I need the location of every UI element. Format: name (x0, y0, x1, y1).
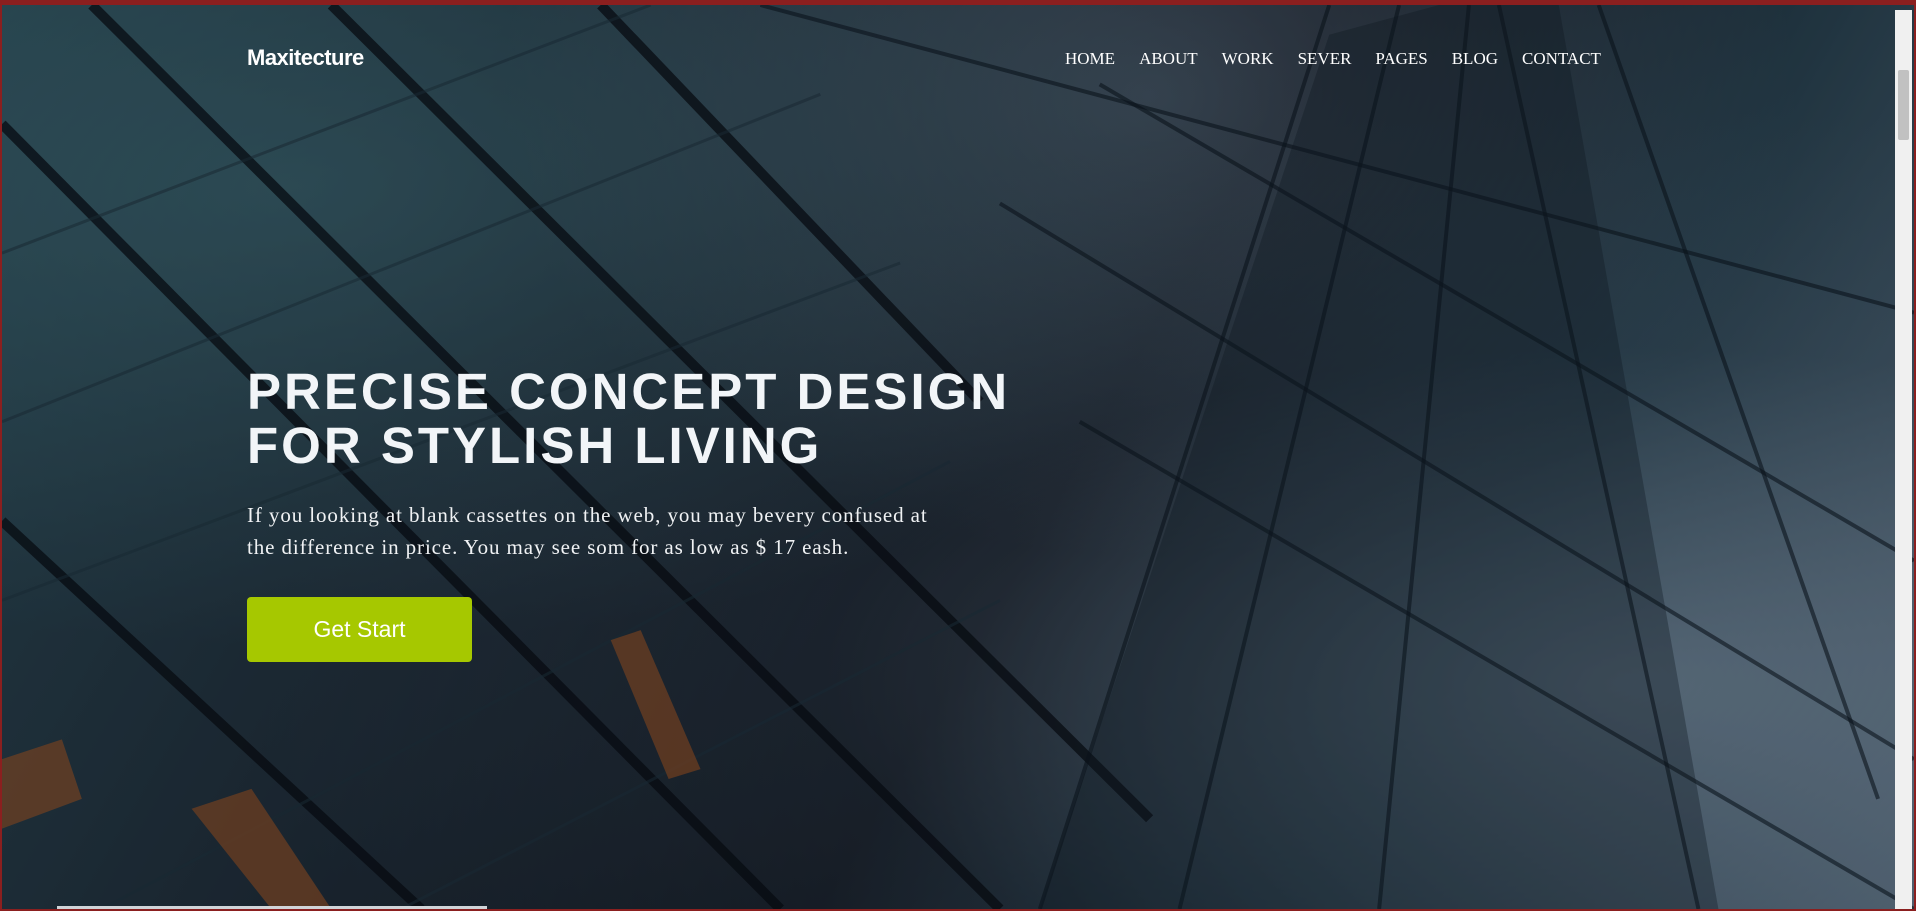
site-logo[interactable]: Maxitecture (247, 45, 364, 71)
nav-item-home[interactable]: HOME (1065, 49, 1115, 69)
get-start-button[interactable]: Get Start (247, 597, 472, 662)
horizontal-scroll-indicator (57, 906, 487, 909)
nav-item-sever[interactable]: SEVER (1298, 49, 1352, 69)
browser-viewport: Maxitecture HOME ABOUT WORK SEVER PAGES … (0, 0, 1916, 911)
hero-headline-line1: PRECISE CONCEPT DESIGN (247, 363, 1011, 420)
hero-content: PRECISE CONCEPT DESIGN FOR STYLISH LIVIN… (247, 365, 1147, 662)
hero-headline: PRECISE CONCEPT DESIGN FOR STYLISH LIVIN… (247, 365, 1147, 473)
hero-description-line1: If you looking at blank cassettes on the… (247, 503, 928, 527)
nav-item-work[interactable]: WORK (1222, 49, 1274, 69)
nav-item-pages[interactable]: PAGES (1375, 49, 1427, 69)
nav-item-contact[interactable]: CONTACT (1522, 49, 1601, 69)
hero-description-line2: the difference in price. You may see som… (247, 535, 850, 559)
top-navigation: Maxitecture HOME ABOUT WORK SEVER PAGES … (2, 5, 1914, 115)
hero-headline-line2: FOR STYLISH LIVING (247, 417, 823, 474)
nav-item-blog[interactable]: BLOG (1452, 49, 1498, 69)
nav-item-about[interactable]: ABOUT (1139, 49, 1198, 69)
page-scrollbar[interactable] (1895, 10, 1912, 909)
hero-description: If you looking at blank cassettes on the… (247, 499, 1067, 563)
nav-menu: HOME ABOUT WORK SEVER PAGES BLOG CONTACT (1065, 49, 1601, 69)
scrollbar-thumb[interactable] (1898, 70, 1909, 140)
